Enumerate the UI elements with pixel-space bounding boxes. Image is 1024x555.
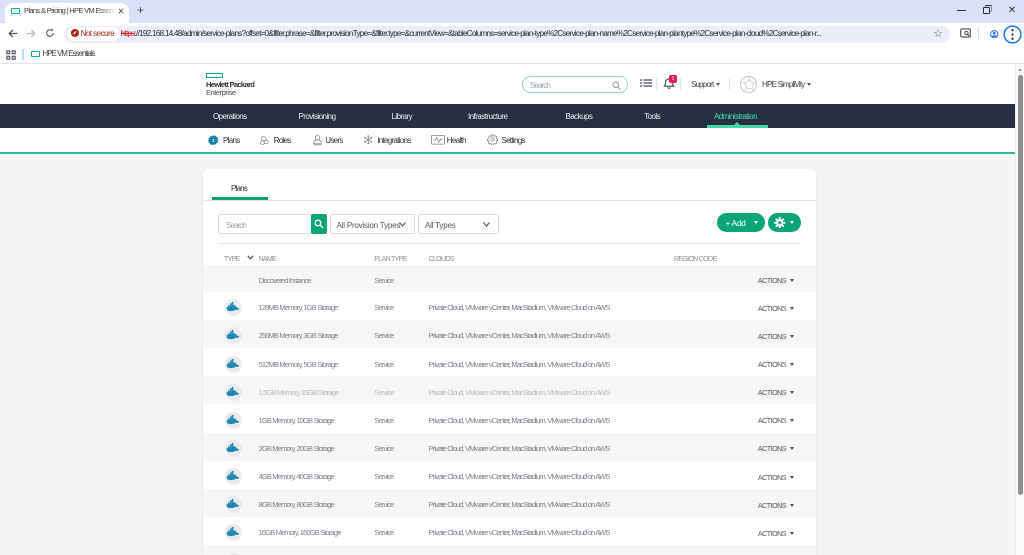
svg-text:$: $ — [212, 138, 215, 144]
